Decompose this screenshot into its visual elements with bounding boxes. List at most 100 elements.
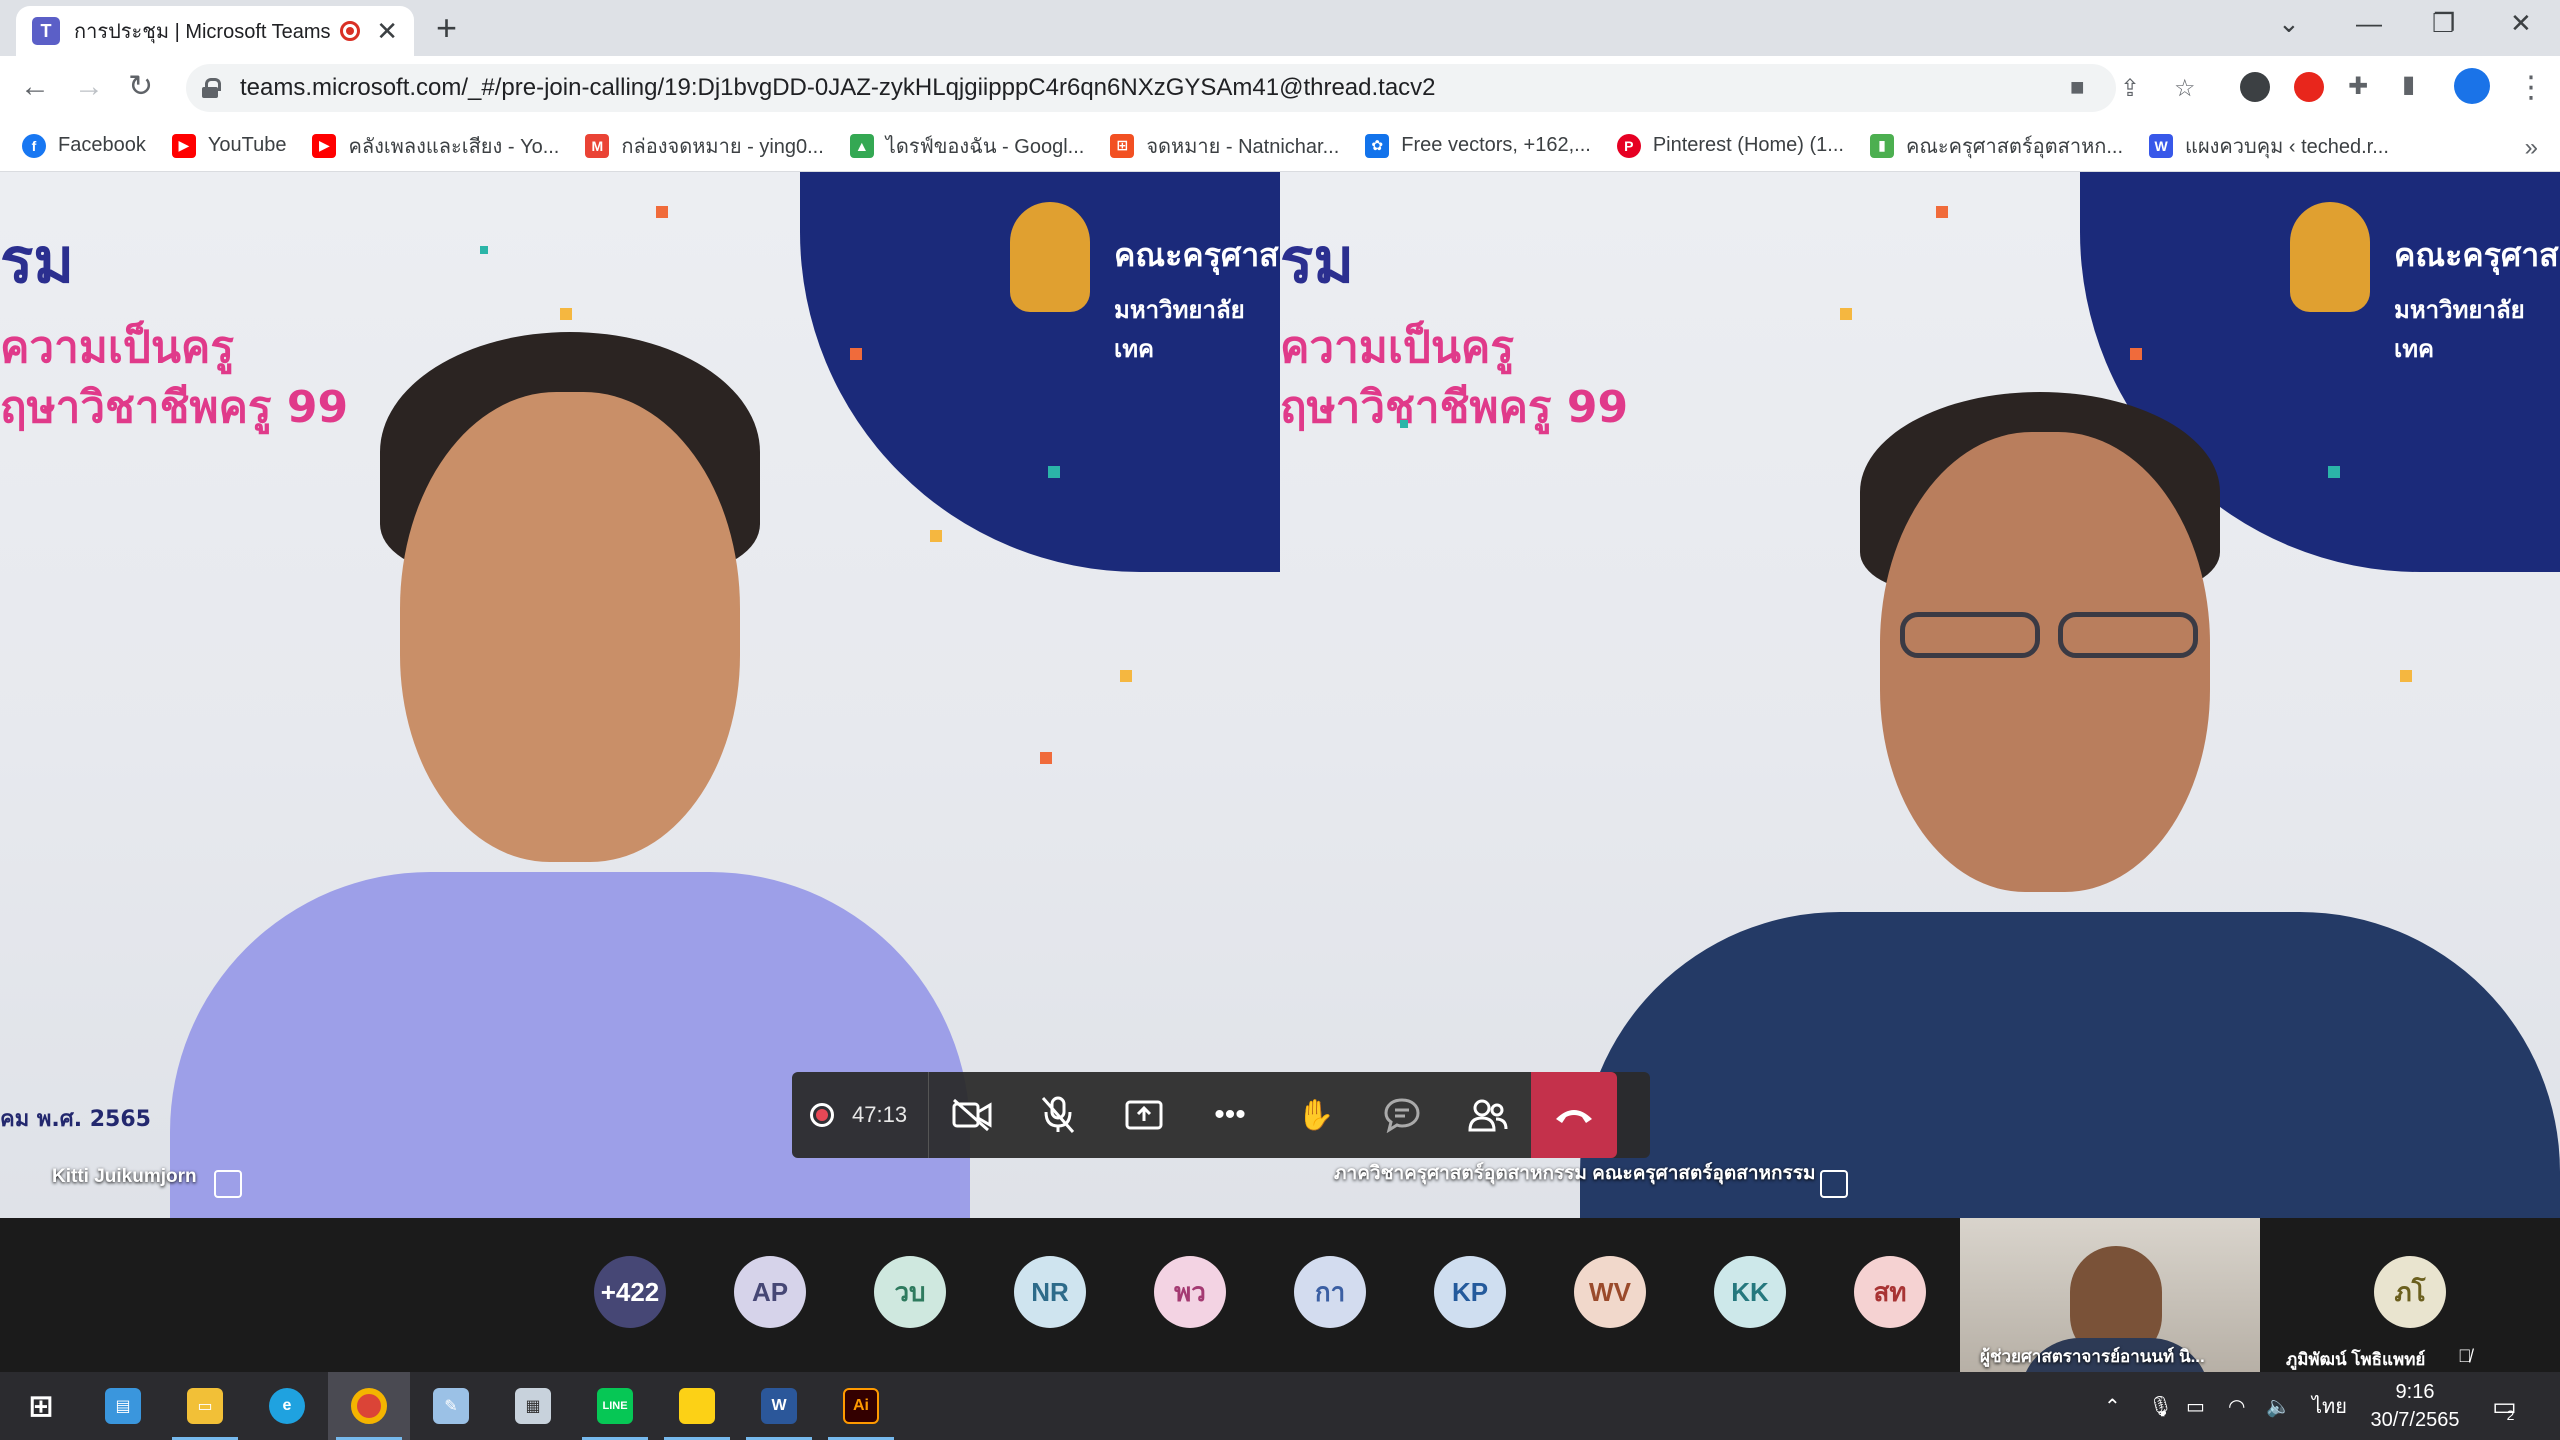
lock-icon[interactable] [202,78,221,98]
minimize-button[interactable]: — [2356,8,2382,39]
forward-icon[interactable]: → [74,70,104,104]
participant-avatar[interactable]: พว [1154,1256,1226,1328]
pin-participant-icon[interactable] [214,1170,242,1198]
clock-date: 30/7/2565 [2370,1409,2460,1431]
adblock-extension-icon[interactable] [2294,72,2324,102]
taskbar-app[interactable]: ▤ [82,1372,164,1440]
raise-hand-icon[interactable]: ✋ [1273,1072,1359,1158]
microphone-tray-icon[interactable]: 🎙 [2148,1372,2173,1440]
restore-button[interactable]: ❐ [2432,8,2455,39]
participant-avatar[interactable]: กา [1294,1256,1366,1328]
bookmark-item[interactable]: W แผงควบคุม ‹ teched.r... [2149,130,2389,162]
participants-icon[interactable] [1445,1072,1531,1158]
volume-icon[interactable]: 🔈 [2266,1372,2291,1440]
participant-avatar[interactable]: WV [1574,1256,1646,1328]
participant-avatar[interactable]: NR [1014,1256,1086,1328]
news-app-icon: ▤ [105,1388,141,1424]
back-icon[interactable]: ← [20,70,50,104]
taskbar-app[interactable]: ▦ [492,1372,574,1440]
reload-icon[interactable]: ↻ [128,70,153,104]
glasses [2058,612,2198,658]
participant-video-thumbnail[interactable]: ผู้ช่วยศาสตราจารย์อานนท์ นิ... [1960,1218,2260,1372]
microphone-muted-icon[interactable] [1015,1072,1101,1158]
taskbar-app[interactable]: ✎ [410,1372,492,1440]
participant-avatar[interactable]: KP [1434,1256,1506,1328]
leave-call-button[interactable] [1531,1072,1617,1158]
participant-name-label: ภูมิพัฒน์ โพธิแพทย์ [2286,1350,2426,1369]
participant-avatar[interactable]: ภโ [2374,1256,2446,1328]
tab-search-icon[interactable]: ⌄ [2278,8,2300,39]
bookmark-item[interactable]: f Facebook [22,133,146,158]
word-icon: W [761,1388,797,1424]
confetti-shape [1400,420,1408,428]
confetti-shape [560,308,572,320]
participant-avatar[interactable]: KK [1714,1256,1786,1328]
participant-overflow-count[interactable]: +422 [594,1256,666,1328]
browser-menu-icon[interactable]: ⋮ [2516,70,2546,105]
start-icon: ⊞ [28,1389,54,1423]
address-bar[interactable]: teams.microsoft.com/_#/pre-join-calling/… [186,64,2116,112]
camera-in-use-icon[interactable]: ■ [2070,74,2085,102]
background-date-caption: คม พ.ศ. 2565 [0,1107,151,1132]
bookmark-item[interactable]: ▲ ไดรฟ์ของฉัน - Googl... [849,130,1084,162]
taskbar-app[interactable] [656,1372,738,1440]
close-window-button[interactable]: ✕ [2510,8,2532,39]
participant-avatar[interactable]: AP [734,1256,806,1328]
extensions-puzzle-icon[interactable]: ✚ [2348,72,2368,101]
participant-avatar[interactable]: สท [1854,1256,1926,1328]
bookmark-item[interactable]: ▮ คณะครุศาสตร์อุตสาหก... [1869,130,2123,162]
bookmark-page-icon: ▮ [1869,133,1894,158]
meeting-timer: 47:13 [852,1102,908,1127]
taskbar-app[interactable]: Ai [820,1372,902,1440]
taskbar-app[interactable] [328,1372,410,1440]
youtube-icon: ▶ [312,133,337,158]
url-text[interactable]: teams.microsoft.com/_#/pre-join-calling/… [240,74,1436,102]
battery-icon[interactable]: ▭ [2186,1372,2205,1440]
university-seal-icon [1010,202,1090,312]
windows-taskbar: ⊞ ▤ ▭ e ✎ ▦ LINE W Ai ⌃ 🎙 ▭ ◠ 🔈 ไทย 9:16… [0,1372,2560,1440]
call-controls-bar: 47:13 ••• ✋ [792,1072,1650,1158]
chat-icon[interactable] [1359,1072,1445,1158]
start-button[interactable]: ⊞ [0,1372,82,1440]
bookmark-item[interactable]: P Pinterest (Home) (1... [1616,133,1844,158]
side-panel-icon[interactable]: ▮ [2402,70,2415,99]
more-bookmarks-button[interactable]: » [2525,134,2538,162]
participant-video-right[interactable]: รม ความเป็นครู ฤษาวิชาชีพครู 99 คณะครุศา… [1280,172,2560,1218]
youtube-icon: ▶ [171,133,196,158]
taskbar-app[interactable]: W [738,1372,820,1440]
bookmark-item[interactable]: ✿ Free vectors, +162,... [1365,133,1591,158]
share-screen-icon[interactable] [1101,1072,1187,1158]
bookmark-item[interactable]: ⊞ จดหมาย - Natnichar... [1110,130,1339,162]
more-actions-icon[interactable]: ••• [1187,1072,1273,1158]
participant-name-label: Kitti Juikumjorn [52,1166,197,1187]
bookmark-item[interactable]: M กล่องจดหมาย - ying0... [585,130,824,162]
extension-icon[interactable] [2240,72,2270,102]
browser-tab-teams[interactable]: T การประชุม | Microsoft Teams ✕ [16,6,414,56]
pin-participant-icon[interactable] [1820,1170,1848,1198]
background-org-name: คณะครุศาส [2394,236,2559,274]
participant-avatar[interactable]: วบ [874,1256,946,1328]
notifications-icon[interactable]: ▭ 2 [2492,1372,2517,1440]
freepik-icon: ✿ [1365,133,1390,158]
show-hidden-icons-icon[interactable]: ⌃ [2104,1372,2121,1440]
profile-avatar[interactable] [2454,68,2490,104]
bookmark-item[interactable]: ▶ คลังเพลงและเสียง - Yo... [312,130,559,162]
new-tab-button[interactable]: + [436,10,457,46]
bookmark-star-icon[interactable]: ☆ [2174,74,2196,103]
participant-video-left[interactable]: รม ความเป็นครู ฤษาวิชาชีพครู 99 คณะครุศา… [0,172,1280,1218]
background-line-2: ฤษาวิชาชีพครู 99 [1280,382,1629,433]
language-indicator[interactable]: ไทย [2312,1372,2347,1440]
bookmark-item[interactable]: ▶ YouTube [171,133,286,158]
recording-status-icon[interactable] [792,1072,852,1158]
google-drive-icon: ▲ [849,133,874,158]
share-icon[interactable]: ⇪ [2120,74,2140,103]
wifi-icon[interactable]: ◠ [2228,1372,2245,1440]
camera-off-icon[interactable] [929,1072,1015,1158]
tab-title: การประชุม | Microsoft Teams [74,21,331,43]
notification-count: 2 [2506,1407,2515,1423]
system-clock[interactable]: 9:16 30/7/2565 [2350,1378,2480,1434]
taskbar-app[interactable]: ▭ [164,1372,246,1440]
taskbar-app[interactable]: LINE [574,1372,656,1440]
tab-close-icon[interactable]: ✕ [376,16,398,47]
taskbar-app[interactable]: e [246,1372,328,1440]
